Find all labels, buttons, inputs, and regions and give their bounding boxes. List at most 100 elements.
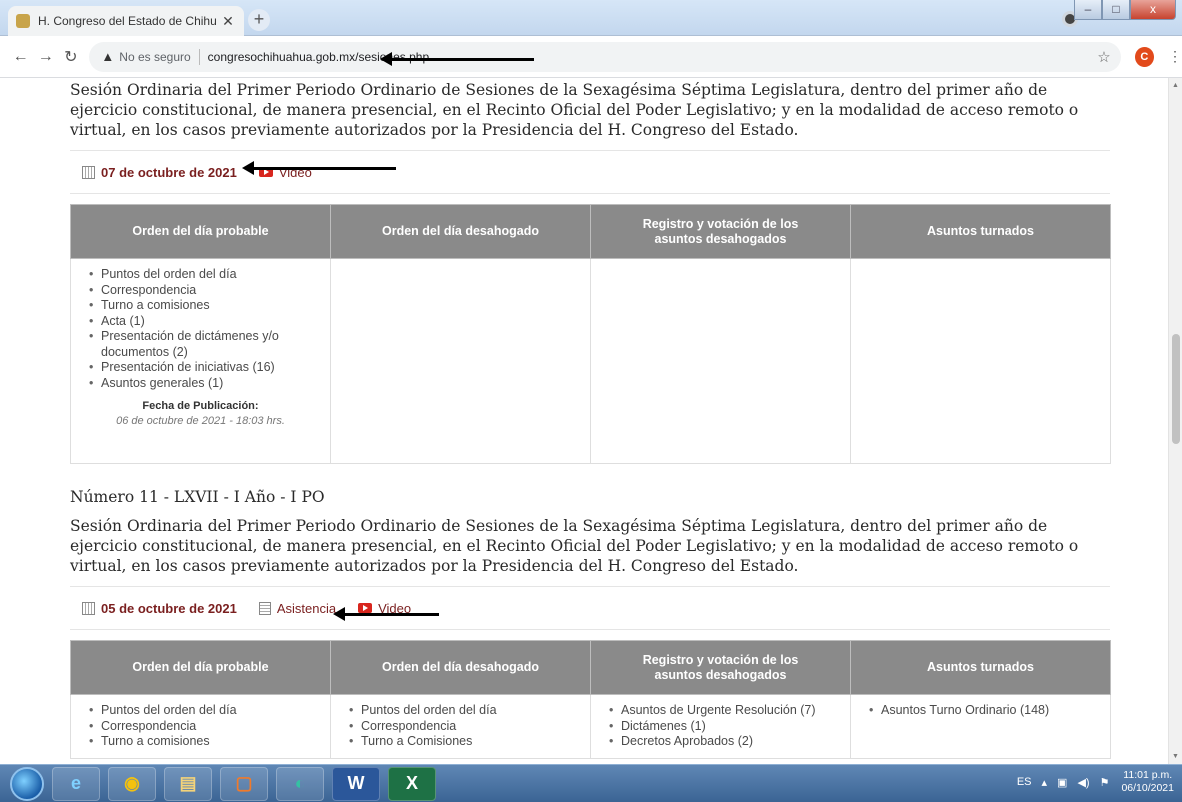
session-meta-bar: 07 de octubre de 2021 Video — [70, 150, 1110, 194]
column-header: Orden del día probable — [70, 204, 331, 259]
address-bar[interactable]: ▲ No es seguro congresochihuahua.gob.mx/… — [89, 41, 1121, 72]
tab-title: H. Congreso del Estado de Chihu — [38, 14, 217, 28]
publication-date-label: Fecha de Publicación: — [142, 400, 259, 412]
chrome-icon[interactable]: ◉ — [108, 766, 156, 801]
list-item[interactable]: Turno a Comisiones — [349, 734, 572, 750]
annotation-arrow-icon — [380, 52, 534, 66]
omnibox-divider — [198, 48, 200, 65]
turnados-cell — [850, 258, 1111, 464]
profile-avatar[interactable]: C — [1134, 46, 1155, 67]
flag-icon[interactable]: ⚑ — [1100, 776, 1110, 789]
explorer-icon[interactable]: ▤ — [164, 766, 212, 801]
list-item[interactable]: Correspondencia — [89, 283, 312, 299]
list-item[interactable]: Presentación de iniciativas (16) — [89, 360, 312, 376]
media-icon[interactable]: ▢ — [220, 766, 268, 801]
session-date: 07 de octubre de 2021 — [82, 165, 237, 180]
edge-icon[interactable]: ◐ — [276, 766, 324, 801]
session-number: Número 11 - LXVII - I Año - I PO — [70, 488, 325, 506]
desahogado-cell — [330, 258, 591, 464]
calendar-icon — [82, 601, 95, 615]
scroll-down-icon[interactable]: ▼ — [1172, 753, 1179, 760]
new-tab-button[interactable]: + — [248, 9, 270, 31]
list-item[interactable]: Asuntos generales (1) — [89, 376, 312, 392]
minimize-button[interactable]: – — [1074, 0, 1102, 20]
word-icon[interactable]: W — [332, 766, 380, 801]
tray-arrow-icon[interactable]: ▴ — [1042, 776, 1048, 789]
window-controls: – □ x — [1074, 0, 1176, 20]
menu-icon[interactable]: ⋮ — [1168, 48, 1182, 65]
network-icon[interactable]: ▣ — [1057, 776, 1067, 789]
scrollbar-thumb[interactable] — [1172, 334, 1180, 444]
start-button[interactable] — [10, 766, 44, 801]
column-header: Orden del día desahogado — [330, 204, 591, 259]
session-description: Sesión Ordinaria del Primer Periodo Ordi… — [70, 81, 1079, 139]
list-icon — [258, 601, 271, 615]
url-text[interactable]: congresochihuahua.gob.mx/sesiones.php — [208, 50, 429, 64]
list-item[interactable]: Puntos del orden del día — [89, 267, 312, 283]
system-tray: ES ▴ ▣ ◀) ⚑ 11:01 p.m. 06/10/2021 — [1007, 769, 1174, 795]
list-item[interactable]: Turno a comisiones — [89, 734, 312, 750]
tab-close-icon[interactable]: ✕ — [220, 13, 236, 30]
publication-date: Fecha de Publicación: 06 de octubre de 2… — [89, 399, 312, 429]
clock-date: 06/10/2021 — [1121, 782, 1174, 794]
page-viewport: Sesión Ordinaria del Primer Periodo Ordi… — [0, 78, 1182, 764]
scroll-up-icon[interactable]: ▲ — [1172, 82, 1179, 89]
list-item[interactable]: Asuntos Turno Ordinario (148) — [869, 703, 1092, 719]
registro-cell — [590, 258, 851, 464]
reload-icon[interactable]: ↻ — [58, 47, 83, 67]
list-item[interactable]: Turno a comisiones — [89, 298, 312, 314]
table-row: Puntos del orden del día Correspondencia… — [70, 258, 1111, 464]
attendance-link[interactable]: Asistencia — [258, 601, 336, 616]
ie-icon[interactable]: e — [52, 766, 100, 801]
list-item[interactable]: Dictámenes (1) — [609, 719, 832, 735]
maximize-button[interactable]: □ — [1102, 0, 1130, 20]
security-label[interactable]: No es seguro — [119, 50, 190, 64]
browser-toolbar: ← → ↻ ▲ No es seguro congresochihuahua.g… — [0, 36, 1182, 78]
column-header: Registro y votación de los asuntos desah… — [590, 640, 851, 695]
volume-icon[interactable]: ◀) — [1077, 776, 1089, 789]
column-header: Orden del día probable — [70, 640, 331, 695]
list-item[interactable]: Decretos Aprobados (2) — [609, 734, 832, 750]
desahogado-cell: Puntos del orden del día Correspondencia… — [330, 694, 591, 759]
column-header: Registro y votación de los asuntos desah… — [590, 204, 851, 259]
table-header-row: Orden del día probable Orden del día des… — [70, 640, 1111, 695]
browser-tab[interactable]: H. Congreso del Estado de Chihu ✕ — [8, 6, 244, 36]
back-icon[interactable]: ← — [8, 48, 33, 66]
calendar-icon — [82, 165, 95, 179]
column-header: Asuntos turnados — [850, 640, 1111, 695]
list-item[interactable]: Correspondencia — [349, 719, 572, 735]
list-item[interactable]: Asuntos de Urgente Resolución (7) — [609, 703, 832, 719]
star-icon[interactable]: ☆ — [1097, 48, 1110, 66]
session-agenda-table: Orden del día probable Orden del día des… — [70, 640, 1111, 759]
column-header: Asuntos turnados — [850, 204, 1111, 259]
session-date-text: 05 de octubre de 2021 — [101, 600, 237, 616]
probable-list: Puntos del orden del día Correspondencia… — [89, 267, 312, 391]
list-item[interactable]: Correspondencia — [89, 719, 312, 735]
list-item[interactable]: Puntos del orden del día — [349, 703, 572, 719]
list-item[interactable]: Presentación de dictámenes y/o documento… — [89, 329, 312, 360]
probable-cell: Puntos del orden del día Correspondencia… — [70, 694, 331, 759]
session-date: 05 de octubre de 2021 — [82, 601, 237, 616]
turnados-cell: Asuntos Turno Ordinario (148) — [850, 694, 1111, 759]
table-header-row: Orden del día probable Orden del día des… — [70, 204, 1111, 259]
column-header: Orden del día desahogado — [330, 640, 591, 695]
list-item[interactable]: Acta (1) — [89, 314, 312, 330]
session-block: Número 11 - LXVII - I Año - I PO Sesión … — [70, 488, 1111, 759]
warning-icon[interactable]: ▲ — [101, 49, 114, 64]
excel-icon[interactable]: X — [388, 766, 436, 801]
language-indicator[interactable]: ES — [1017, 776, 1032, 788]
windows-taskbar: e ◉ ▤ ▢ ◐ W X ES ▴ ▣ ◀) ⚑ 11:01 p.m. 06/… — [0, 764, 1182, 802]
list-item[interactable]: Puntos del orden del día — [89, 703, 312, 719]
close-window-button[interactable]: x — [1130, 0, 1176, 20]
youtube-icon — [358, 603, 373, 613]
forward-icon[interactable]: → — [33, 48, 58, 66]
session-description: Sesión Ordinaria del Primer Periodo Ordi… — [70, 517, 1079, 575]
attendance-link-label[interactable]: Asistencia — [277, 601, 336, 616]
page-scrollbar[interactable]: ▲ ▼ — [1168, 78, 1182, 764]
session-block: Sesión Ordinaria del Primer Periodo Ordi… — [70, 80, 1111, 464]
annotation-arrow-icon — [242, 161, 396, 175]
probable-cell: Puntos del orden del día Correspondencia… — [70, 258, 331, 464]
clock-time: 11:01 p.m. — [1123, 769, 1173, 781]
table-row: Puntos del orden del día Correspondencia… — [70, 694, 1111, 759]
system-clock[interactable]: 11:01 p.m. 06/10/2021 — [1121, 769, 1174, 795]
